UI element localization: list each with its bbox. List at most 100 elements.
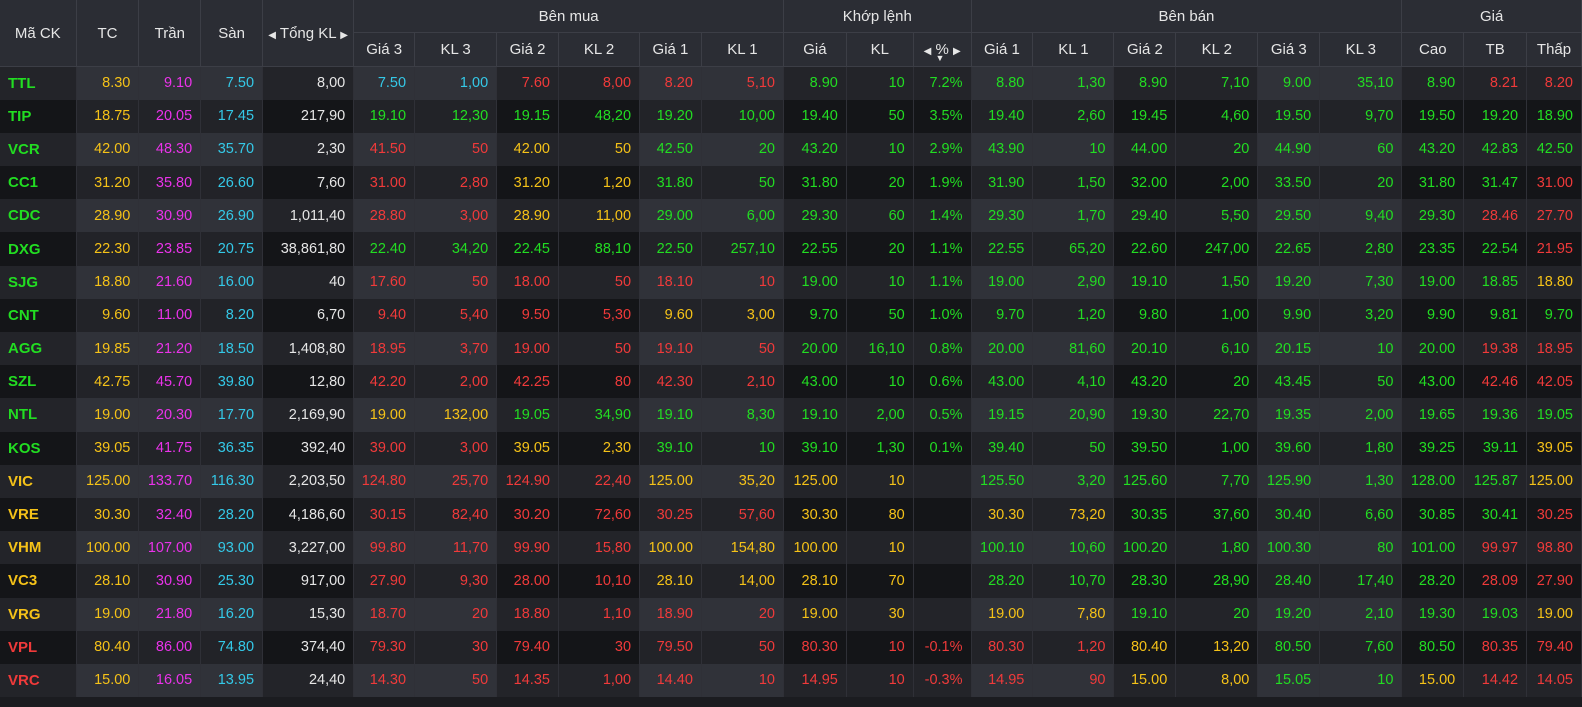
table-row[interactable]: VC3 28.10 30.90 25.30 917,00 27.90 9,30 28.00 10… [0,564,1582,598]
table-row[interactable]: CC1 31.20 35.80 26.60 7,60 31.00 2,80 31.20 1,20… [0,166,1582,200]
ceiling-price-cell: 21.20 [138,332,202,366]
symbol-cell[interactable]: VIC [0,464,77,498]
caret-right-icon[interactable]: ▶ [953,46,961,57]
symbol-cell[interactable]: AGG [0,332,77,366]
high-price-cell: 43.20 [1401,132,1465,167]
table-row[interactable]: VHM 100.00 107.00 93.00 3,227,00 99.80 11,70 99… [0,531,1582,565]
table-row[interactable]: CNT 9.60 11.00 8.20 6,70 9.40 5,40 9.50 5,30 9.60… [0,298,1582,332]
header-buy-col[interactable]: Giá 3 [353,32,416,67]
symbol-cell[interactable]: CC1 [0,166,77,200]
symbol-cell[interactable]: VRE [0,497,77,532]
header-match-percent[interactable]: ◀ % ▼ ▶ [913,32,972,67]
buy-vol-2-cell: 1,00 [558,663,641,698]
buy-price-1-cell: 30.25 [639,497,702,532]
buy-vol-2-cell: 50 [558,132,641,167]
symbol-cell[interactable]: VHM [0,531,77,565]
symbol-cell[interactable]: NTL [0,398,77,432]
symbol-cell[interactable]: VRC [0,663,77,698]
header-match-col[interactable]: KL [846,32,914,67]
symbol-cell[interactable]: SJG [0,265,77,299]
symbol-cell[interactable]: VC3 [0,564,77,598]
header-sell-col[interactable]: KL 2 [1175,32,1259,67]
header-price-col[interactable]: Cao [1401,32,1465,67]
header-buy-col[interactable]: Giá 1 [639,32,702,67]
buy-price-2-cell: 18.80 [496,597,559,631]
header-sell-col[interactable]: Giá 1 [971,32,1034,67]
sell-vol-1-cell: 65,20 [1032,232,1115,266]
table-row[interactable]: DXG 22.30 23.85 20.75 38,861,80 22.40 34,20 22.… [0,232,1582,266]
header-sell-col[interactable]: Giá 3 [1257,32,1321,67]
table-row[interactable]: VRG 19.00 21.80 16.20 15,30 18.70 20 18.80 1,10 1… [0,597,1582,631]
header-total-volume[interactable]: ◀ Tổng KL ▶ [262,0,355,67]
ref-price-cell: 9.60 [76,298,140,332]
low-price-cell: 125.00 [1526,464,1582,498]
header-buy-col[interactable]: KL 2 [558,32,641,67]
table-row[interactable]: CDC 28.90 30.90 26.90 1,011,40 28.80 3,00 28.90… [0,199,1582,233]
table-row[interactable]: SJG 18.80 21.60 16.00 40 17.60 50 18.00 50 18.10 1… [0,265,1582,299]
symbol-cell[interactable]: VCR [0,132,77,167]
caret-right-icon[interactable]: ▶ [340,30,348,41]
table-row[interactable]: SZL 42.75 45.70 39.80 12,80 42.20 2,00 42.25 80 4… [0,365,1582,399]
table-row[interactable]: VRC 15.00 16.05 13.95 24,40 14.30 50 14.35 1,00 1… [0,663,1582,698]
match-price-cell: 30.30 [783,497,847,532]
header-buy-col[interactable]: KL 1 [701,32,785,67]
sort-down-icon[interactable]: ▼ [935,53,944,63]
header-match-col[interactable]: Giá [783,32,847,67]
caret-left-icon[interactable]: ◀ [924,46,932,57]
sell-vol-1-cell: 10,70 [1032,564,1115,598]
table-row[interactable]: NTL 19.00 20.30 17.70 2,169,90 19.00 132,00 19.… [0,398,1582,432]
symbol-cell[interactable]: TTL [0,66,77,100]
table-row[interactable]: AGG 19.85 21.20 18.50 1,408,80 18.95 3,70 19.00… [0,332,1582,366]
header-sell-col[interactable]: Giá 2 [1113,32,1177,67]
buy-price-1-cell: 42.50 [639,132,702,167]
buy-vol-1-cell: 2,10 [701,365,785,399]
buy-price-3-cell: 31.00 [353,166,416,200]
table-row[interactable]: VRE 30.30 32.40 28.20 4,186,60 30.15 82,40 30.2… [0,497,1582,532]
header-symbol[interactable]: Mã CK [0,0,77,67]
buy-price-3-cell: 18.70 [353,597,416,631]
buy-vol-2-cell: 34,90 [558,398,641,432]
symbol-cell[interactable]: SZL [0,365,77,399]
low-price-cell: 27.90 [1526,564,1582,598]
header-floor-price[interactable]: Sàn [200,0,264,67]
match-percent-cell: 1.1% [913,265,972,299]
match-vol-cell: 10 [846,66,914,100]
buy-price-2-cell: 42.00 [496,132,559,167]
header-ceiling-price[interactable]: Trần [138,0,202,67]
header-sell-col[interactable]: KL 3 [1319,32,1403,67]
table-row[interactable]: TTL 8.30 9.10 7.50 8,00 7.50 1,00 7.60 8,00 8.20 5… [0,66,1582,100]
match-vol-cell: 80 [846,497,914,532]
table-row[interactable]: VIC 125.00 133.70 116.30 2,203,50 124.80 25,70… [0,464,1582,498]
low-price-cell: 27.70 [1526,199,1582,233]
floor-price-cell: 93.00 [200,531,264,565]
ceiling-price-cell: 30.90 [138,199,202,233]
header-buy-col[interactable]: Giá 2 [496,32,559,67]
floor-price-cell: 17.70 [200,398,264,432]
table-row[interactable]: VCR 42.00 48.30 35.70 2,30 41.50 50 42.00 50 42.5… [0,132,1582,167]
symbol-cell[interactable]: KOS [0,431,77,465]
table-row[interactable]: VPL 80.40 86.00 74.80 374,40 79.30 30 79.40 30 79… [0,630,1582,664]
caret-left-icon[interactable]: ◀ [268,30,276,41]
header-buy-col[interactable]: KL 3 [414,32,498,67]
ref-price-cell: 42.75 [76,365,140,399]
low-price-cell: 98.80 [1526,531,1582,565]
sell-vol-3-cell: 10 [1319,332,1403,366]
table-row[interactable]: KOS 39.05 41.75 36.35 392,40 39.00 3,00 39.05 2,… [0,431,1582,465]
header-ref-price[interactable]: TC [76,0,140,67]
header-price-col[interactable]: TB [1463,32,1528,67]
sell-vol-1-cell: 2,90 [1032,265,1115,299]
symbol-cell[interactable]: TIP [0,99,77,133]
symbol-cell[interactable]: CNT [0,298,77,332]
header-sell-col[interactable]: KL 1 [1032,32,1115,67]
high-price-cell: 15.00 [1401,663,1465,698]
table-row[interactable]: TIP 18.75 20.05 17.45 217,90 19.10 12,30 19.15 4… [0,99,1582,133]
buy-vol-1-cell: 154,80 [701,531,785,565]
floor-price-cell: 16.00 [200,265,264,299]
header-sell-group: Bên bán [971,0,1403,33]
high-price-cell: 8.90 [1401,66,1465,100]
symbol-cell[interactable]: VRG [0,597,77,631]
header-price-col[interactable]: Thấp [1526,32,1582,67]
symbol-cell[interactable]: CDC [0,199,77,233]
symbol-cell[interactable]: DXG [0,232,77,266]
symbol-cell[interactable]: VPL [0,630,77,664]
